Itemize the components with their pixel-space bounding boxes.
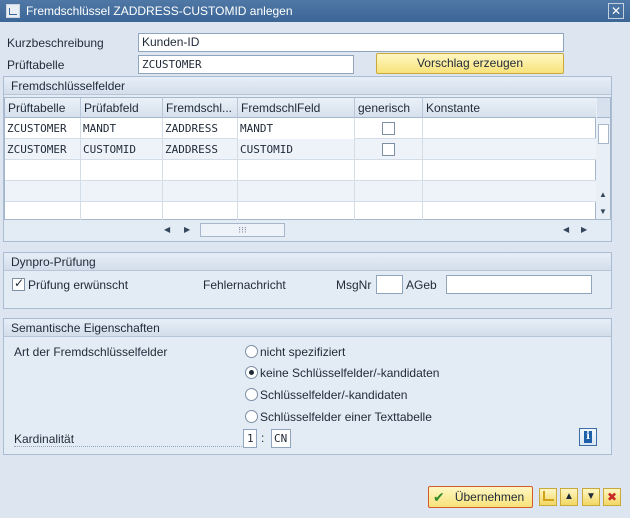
col-pruefabfeld[interactable]: Prüfabfeld — [81, 98, 163, 118]
radio-nicht-spezifiziert[interactable] — [245, 345, 258, 358]
fk-fields-group-title: Fremdschlüsselfelder — [4, 77, 611, 95]
option-label: keine Schlüsselfelder/-kandidaten — [260, 366, 440, 380]
option-label: Schlüsselfelder/-kandidaten — [260, 388, 408, 402]
kardinalitaet-right-input[interactable]: CN — [271, 429, 291, 448]
title-bar: Fremdschlüssel ZADDRESS-CUSTOMID anlegen… — [0, 0, 630, 22]
checkmark-icon: ✓ — [14, 276, 25, 290]
move-down-icon[interactable]: ▼ — [582, 488, 600, 506]
ageb-label: AGeb — [406, 278, 437, 292]
cell-fremdschl: ZADDRESS — [163, 118, 238, 139]
cell-generisch — [355, 118, 423, 139]
col-fremdschlfeld[interactable]: FremdschlFeld — [238, 98, 355, 118]
column-settings-icon[interactable] — [597, 98, 610, 118]
horizontal-scrollbar[interactable]: ◀ ▶ ⁝⁝⁝ ◀ ▶ — [160, 221, 596, 239]
cell-konstante-input[interactable] — [423, 118, 597, 139]
option-label: Schlüsselfelder einer Texttabelle — [260, 410, 432, 424]
fk-fields-table: Prüftabelle Prüfabfeld Fremdschl... Frem… — [4, 97, 597, 220]
uebernehmen-button[interactable]: ✔ Übernehmen — [428, 486, 533, 508]
move-up-icon[interactable]: ▲ — [560, 488, 578, 506]
kardinalitaet-separator: : — [261, 431, 265, 445]
footer-bar — [0, 480, 630, 518]
vertical-scrollbar[interactable]: ▲ ▼ — [596, 97, 611, 220]
col-prueftabelle[interactable]: Prüftabelle — [5, 98, 81, 118]
dialog-window: Fremdschlüssel ZADDRESS-CUSTOMID anlegen… — [0, 0, 630, 518]
scroll-thumb[interactable] — [598, 124, 609, 144]
kurzbeschreibung-input[interactable]: Kunden-ID — [138, 33, 564, 52]
scroll-left-icon[interactable]: ◀ — [164, 225, 170, 235]
table-row[interactable]: ZCUSTOMER MANDT ZADDRESS MANDT — [5, 118, 597, 139]
table-row[interactable] — [5, 160, 597, 181]
scroll-down-icon[interactable]: ▼ — [599, 207, 607, 217]
msgnr-input[interactable] — [376, 275, 403, 294]
ageb-input[interactable] — [446, 275, 592, 294]
dynpro-group-title: Dynpro-Prüfung — [4, 253, 611, 271]
radio-keine-schluesselfelder[interactable] — [245, 366, 258, 379]
pruefung-label: Prüfung erwünscht — [28, 278, 129, 292]
fehlernachricht-label: Fehlernachricht — [203, 278, 286, 292]
cell-prueftabelle: ZCUSTOMER — [5, 139, 81, 160]
window-title: Fremdschlüssel ZADDRESS-CUSTOMID anlegen — [26, 4, 293, 18]
kardinalitaet-left-input[interactable]: 1 — [243, 429, 257, 448]
vorschlag-erzeugen-button[interactable]: Vorschlag erzeugen — [376, 53, 564, 74]
table-row[interactable]: ZCUSTOMER CUSTOMID ZADDRESS CUSTOMID — [5, 139, 597, 160]
generisch-checkbox[interactable] — [382, 122, 395, 135]
uebernehmen-label: Übernehmen — [454, 490, 525, 504]
cell-pruefabfeld: CUSTOMID — [81, 139, 163, 160]
cancel-icon[interactable]: ✖ — [603, 488, 621, 506]
edit-icon — [6, 4, 20, 18]
semantic-group: Semantische Eigenschaften — [3, 318, 612, 455]
scroll-left-icon[interactable]: ◀ — [563, 225, 569, 235]
scroll-up-icon[interactable]: ▲ — [599, 190, 607, 200]
h-scroll-thumb[interactable]: ⁝⁝⁝ — [200, 223, 285, 237]
close-icon[interactable]: ✕ — [608, 3, 624, 19]
cell-fremdschlfeld-input[interactable]: MANDT — [238, 118, 355, 139]
option-label: nicht spezifiziert — [260, 345, 346, 359]
kardinalitaet-label: Kardinalität — [14, 432, 75, 446]
cell-prueftabelle: ZCUSTOMER — [5, 118, 81, 139]
radio-schluesselfelder[interactable] — [245, 388, 258, 401]
check-icon: ✔ — [433, 489, 445, 505]
cell-pruefabfeld: MANDT — [81, 118, 163, 139]
col-generisch[interactable]: generisch — [355, 98, 423, 118]
prueftabelle-input[interactable]: ZCUSTOMER — [138, 55, 354, 74]
kurzbeschreibung-label: Kurzbeschreibung — [7, 36, 104, 50]
cell-fremdschlfeld-input[interactable]: CUSTOMID — [238, 139, 355, 160]
scroll-right-icon[interactable]: ▶ — [581, 225, 587, 235]
cell-fremdschl: ZADDRESS — [163, 139, 238, 160]
pruefung-checkbox[interactable]: ✓ — [12, 276, 25, 291]
info-icon[interactable]: i — [579, 428, 597, 446]
cell-konstante-input[interactable] — [423, 139, 597, 160]
prueftabelle-label: Prüftabelle — [7, 58, 65, 72]
table-row[interactable] — [5, 202, 597, 220]
generisch-checkbox[interactable] — [382, 143, 395, 156]
cell-generisch — [355, 139, 423, 160]
col-fremdschl[interactable]: Fremdschl... — [163, 98, 238, 118]
scroll-right-icon[interactable]: ▶ — [184, 225, 190, 235]
table-row[interactable] — [5, 181, 597, 202]
art-label: Art der Fremdschlüsselfelder — [14, 345, 168, 359]
semantic-group-title: Semantische Eigenschaften — [4, 319, 611, 337]
col-konstante[interactable]: Konstante — [423, 98, 597, 118]
msgnr-label: MsgNr — [336, 278, 372, 292]
table-header: Prüftabelle Prüfabfeld Fremdschl... Frem… — [5, 98, 597, 118]
key-icon[interactable] — [539, 488, 557, 506]
radio-texttabelle[interactable] — [245, 410, 258, 423]
